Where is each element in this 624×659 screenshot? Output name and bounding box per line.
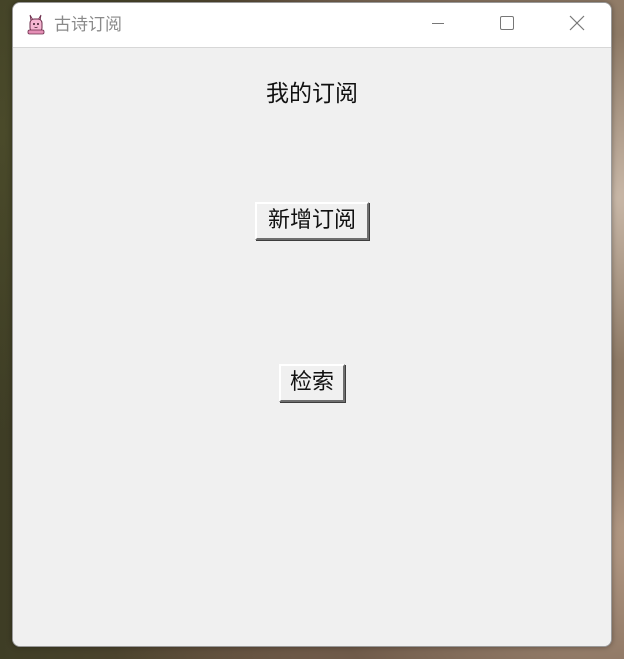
app-icon	[26, 13, 46, 35]
close-icon	[568, 14, 586, 36]
title-bar[interactable]: 古诗订阅	[13, 3, 611, 48]
client-area: 我的订阅 新增订阅 检索	[13, 48, 611, 646]
close-button[interactable]	[542, 3, 611, 47]
add-subscription-button[interactable]: 新增订阅	[255, 202, 369, 240]
page-title: 我的订阅	[266, 81, 358, 107]
maximize-icon	[499, 15, 515, 35]
maximize-button[interactable]	[472, 3, 542, 47]
minimize-icon	[430, 15, 446, 35]
search-button[interactable]: 检索	[279, 364, 345, 402]
minimize-button[interactable]	[403, 3, 473, 47]
app-window: 古诗订阅 我的订阅 新增订阅 检索	[12, 2, 612, 647]
window-title: 古诗订阅	[54, 15, 122, 35]
